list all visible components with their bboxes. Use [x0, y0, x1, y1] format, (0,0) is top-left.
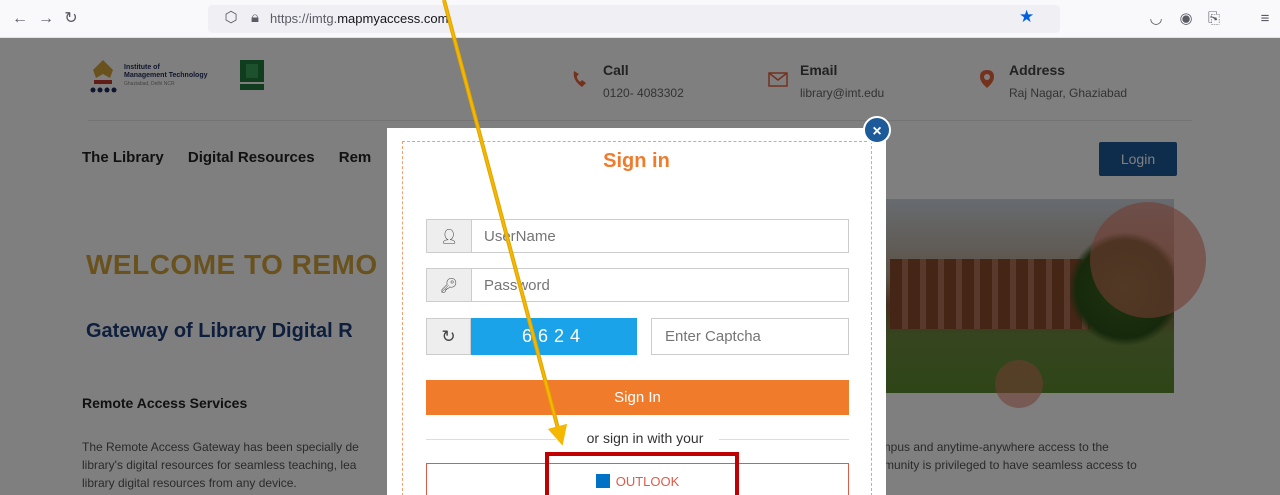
lock-icon[interactable]: 🔒︎	[246, 9, 264, 27]
address-bar[interactable]: ⬡ 🔒︎ https://imtg.mapmyaccess.com	[208, 5, 1060, 33]
signin-title: Sign in	[603, 150, 670, 172]
account-icon[interactable]: ◉	[1176, 9, 1196, 29]
menu-icon[interactable]: ≡	[1255, 9, 1275, 29]
forward-arrow-icon[interactable]: →	[36, 9, 56, 29]
highlight-box	[545, 452, 739, 495]
url-text[interactable]: https://imtg.mapmyaccess.com	[270, 11, 448, 26]
reload-icon[interactable]: ↻	[61, 9, 81, 29]
username-input[interactable]	[472, 220, 848, 252]
browser-toolbar: ← → ↻ ⬡ 🔒︎ https://imtg.mapmyaccess.com …	[0, 0, 1280, 38]
pocket-icon[interactable]: ◡	[1146, 9, 1166, 29]
shield-icon[interactable]: ⬡	[222, 9, 240, 27]
refresh-captcha-icon[interactable]: ↻	[426, 318, 471, 355]
back-arrow-icon[interactable]: ←	[10, 9, 30, 29]
captcha-image: 6624	[471, 318, 637, 355]
close-icon[interactable]: ×	[863, 116, 891, 144]
key-icon: 🔑︎	[427, 269, 472, 301]
signin-button[interactable]: Sign In	[426, 380, 849, 415]
username-field[interactable]: 👤︎	[426, 219, 849, 253]
captcha-input[interactable]	[651, 318, 849, 355]
password-input[interactable]	[472, 269, 848, 301]
or-text: or sign in with your	[0, 430, 1280, 446]
password-field[interactable]: 🔑︎	[426, 268, 849, 302]
star-icon[interactable]: ★	[1019, 7, 1034, 27]
user-icon: 👤︎	[427, 220, 472, 252]
extensions-icon[interactable]: ⎘	[1204, 9, 1224, 29]
